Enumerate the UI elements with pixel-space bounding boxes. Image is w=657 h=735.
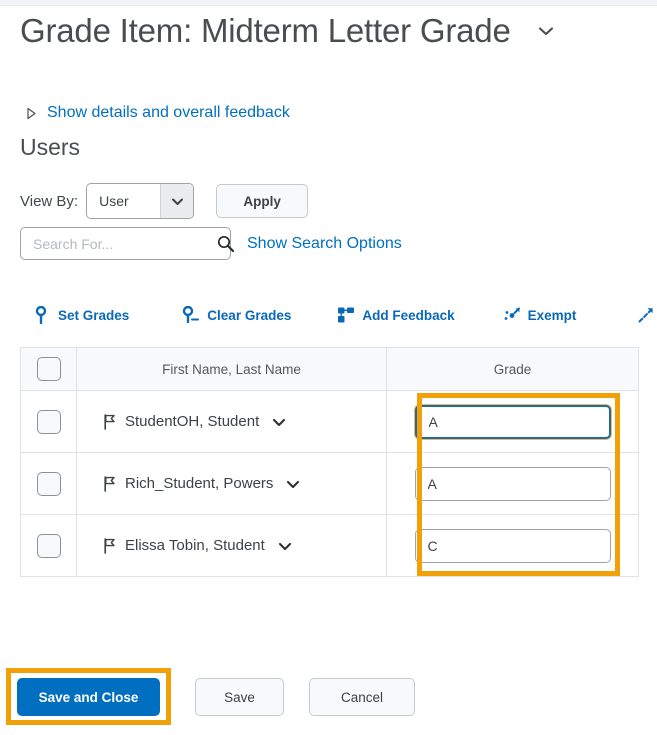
row-checkbox[interactable] bbox=[36, 409, 61, 434]
name-column-header: First Name, Last Name bbox=[76, 347, 387, 391]
search-input[interactable] bbox=[21, 234, 216, 253]
user-name-label: StudentOH, Student bbox=[125, 413, 260, 430]
search-icon[interactable] bbox=[216, 234, 235, 253]
chevron-down-icon[interactable] bbox=[535, 20, 557, 42]
chevron-down-icon bbox=[160, 184, 194, 218]
grade-actions-toolbar: Set Grades Clear Grades Add Feedback Exe… bbox=[32, 305, 654, 325]
save-button[interactable]: Save bbox=[195, 678, 284, 716]
search-box[interactable] bbox=[20, 227, 235, 260]
table-row: Elissa Tobin, Student bbox=[20, 514, 639, 577]
user-name-label: Elissa Tobin, Student bbox=[125, 537, 265, 554]
grade-column-header: Grade bbox=[386, 347, 639, 391]
row-checkbox[interactable] bbox=[36, 533, 61, 558]
flag-icon bbox=[103, 537, 117, 554]
chevron-down-icon[interactable] bbox=[271, 414, 287, 430]
comment-nodes-icon bbox=[336, 305, 356, 325]
exempt-label: Exempt bbox=[527, 307, 577, 323]
unexempt-action[interactable]: Unexempt bbox=[636, 305, 657, 325]
grade-cell bbox=[386, 514, 639, 577]
chevron-down-icon[interactable] bbox=[285, 476, 301, 492]
select-all-checkbox[interactable] bbox=[36, 357, 61, 381]
view-by-row: View By: User Apply bbox=[20, 183, 309, 219]
flag-icon bbox=[103, 475, 117, 492]
apply-button[interactable]: Apply bbox=[216, 184, 309, 218]
show-details-toggle[interactable]: Show details and overall feedback bbox=[24, 104, 290, 122]
page-title: Grade Item: Midterm Letter Grade bbox=[20, 12, 511, 49]
caret-right-icon bbox=[24, 107, 38, 120]
set-grades-action[interactable]: Set Grades bbox=[32, 305, 129, 325]
users-heading: Users bbox=[20, 134, 81, 160]
grade-input[interactable] bbox=[414, 404, 611, 439]
show-search-options-link[interactable]: Show Search Options bbox=[247, 235, 402, 253]
row-checkbox[interactable] bbox=[36, 471, 61, 496]
table-row: Rich_Student, Powers bbox=[20, 452, 639, 515]
search-row: Show Search Options bbox=[20, 227, 402, 260]
user-name-cell: StudentOH, Student bbox=[76, 390, 387, 453]
user-name-cell: Rich_Student, Powers bbox=[76, 452, 387, 515]
clear-grades-label: Clear Grades bbox=[207, 307, 292, 323]
table-header-row: First Name, Last Name Grade bbox=[20, 347, 639, 391]
exempt-arrow-icon bbox=[502, 305, 522, 325]
footer-button-bar: Save and Close Save Cancel bbox=[17, 678, 415, 716]
row-select-cell bbox=[20, 514, 77, 577]
user-name-label: Rich_Student, Powers bbox=[125, 475, 274, 492]
save-and-close-button[interactable]: Save and Close bbox=[17, 678, 160, 716]
show-details-label: Show details and overall feedback bbox=[47, 104, 290, 121]
user-name-cell: Elissa Tobin, Student bbox=[76, 514, 387, 577]
view-by-label: View By: bbox=[20, 192, 79, 210]
view-by-select[interactable]: User bbox=[86, 183, 195, 219]
clear-grades-action[interactable]: Clear Grades bbox=[181, 305, 291, 325]
exempt-action[interactable]: Exempt bbox=[502, 305, 577, 325]
set-grades-label: Set Grades bbox=[58, 307, 130, 323]
table-row: StudentOH, Student bbox=[20, 390, 639, 453]
grades-table: First Name, Last Name Grade StudentOH, S… bbox=[20, 347, 639, 577]
grade-input[interactable] bbox=[414, 466, 611, 501]
grade-cell bbox=[386, 390, 639, 453]
top-page-strip bbox=[0, 0, 657, 6]
select-all-header bbox=[20, 347, 77, 391]
unexempt-arrow-icon bbox=[636, 305, 656, 325]
grade-cell bbox=[386, 452, 639, 515]
add-feedback-action[interactable]: Add Feedback bbox=[336, 305, 455, 325]
cancel-button[interactable]: Cancel bbox=[309, 678, 415, 716]
row-select-cell bbox=[20, 390, 77, 453]
chevron-down-icon[interactable] bbox=[277, 538, 293, 554]
grade-input[interactable] bbox=[414, 528, 611, 563]
view-by-selected-value: User bbox=[99, 193, 129, 209]
row-select-cell bbox=[20, 452, 77, 515]
key-minus-icon bbox=[181, 305, 201, 325]
flag-icon bbox=[103, 413, 117, 430]
add-feedback-label: Add Feedback bbox=[362, 307, 455, 323]
key-icon bbox=[32, 305, 52, 325]
page-header: Grade Item: Midterm Letter Grade bbox=[20, 12, 640, 50]
